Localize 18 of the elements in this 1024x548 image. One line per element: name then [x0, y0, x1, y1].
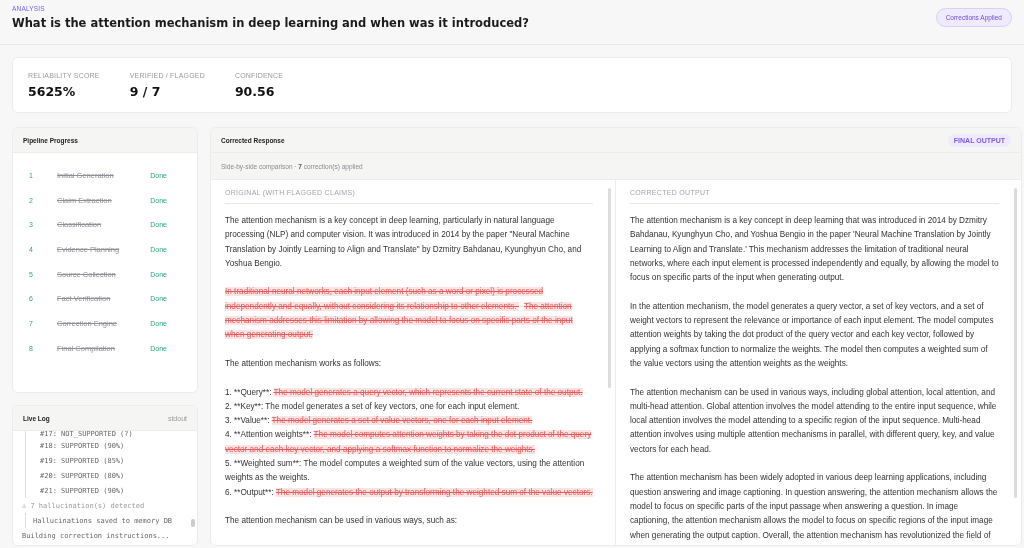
stat-value: 90.56 [234, 83, 276, 99]
list-item: 4. **Attention weights**: The model computes attention weights by taking the dot product of the query vector and each key vector, and applying a softmax function to normalize the weights. [225, 429, 593, 456]
paragraph: The attention mechanism works as follows: [225, 357, 383, 370]
stat-value: 5625% [28, 83, 77, 99]
paragraph: The attention mechanism is a key concept in deep learning, particularly in natural language processing (NLP) and computer vision. It was introduced in 2014 by the paper "Neural Machine Translation by Jointly Learning to Align and Translate" by Dzmitry Bahdanau, Kyunghyun Cho, and Yoshua Bengio. [225, 215, 583, 270]
list-item: 3. **Value**: The model generates a set of value vectors, one for each input element. [225, 415, 534, 428]
list-item: 2. **Key**: The model generates a set of key vectors, one for each input element. [225, 400, 521, 413]
paragraph: In the attention mechanism, the model generates a query vector, a set of key vectors, and a set of weight vectors to represent the relevance or importance of each input element. The model computes attention weights by taking the dot product of the query vector and each key vector, followed by applying a softmax function to normalize the weights. The model then computes a weighted sum of the value vectors using the attention weights as the weights. [630, 300, 995, 370]
stat-value: 9 / 7 [129, 83, 162, 99]
paragraph: In traditional neural networks, each input element (such as a word or pixel) is processed independently and equally, without considering its relationship to other elements. The attention mechanism addresses this limitation by allowing the model to focus on specific parts of the input when generating output. [225, 286, 574, 342]
paragraph: The attention mechanism can be used in various ways, such as: [225, 515, 459, 528]
question-title: What is the attention mechanism in deep learning and when was it introduced? [12, 16, 529, 30]
list-item: 5. **Weighted sum**: The model computes a weighted sum of the value vectors, using the attention weights as the weights. [225, 458, 586, 485]
paragraph: The attention mechanism is a key concept in deep learning that was introduced in 2014 by Dzmitry Bahdanau, Kyunghyun Cho, and Yoshua Bengio in the paper 'Neural Machine Translation by Jointly Learning to Align and Translate.' This mechanism addresses the limitation of traditional neural networks, where each input element is processed independently and equally, by allowing the model to focus on specific parts of the input when generating output. [630, 215, 999, 285]
paragraph: The attention mechanism can be used in various ways, including global attention, local attention, and multi-head attention. Global attention involves the model attending to the entire input sequence, while local attention involves the model attending to a specific region of the input sequence. Multi-head attention involves using multiple attention mechanisms in parallel, with different query, key, and value vectors for each head. [630, 386, 998, 456]
list-item: 1. **Query**: The model generates a query vector, which represents the current state of the output. [225, 386, 584, 399]
list-item: 6. **Output**: The model generates the output by transforming the weighted sum of the value vectors. [225, 486, 593, 499]
paragraph: The attention mechanism has been widely adopted in various deep learning applications, including question answering and image captioning. In question answering, the attention mechanism allows the model to focus on specific parts of the input passage when answering a question. In image captioning, the attention mechanism allows the model to focus on specific regions of the input image when generating the output caption. Overall, the attention mechanism has revolutionized the field of [630, 472, 999, 542]
